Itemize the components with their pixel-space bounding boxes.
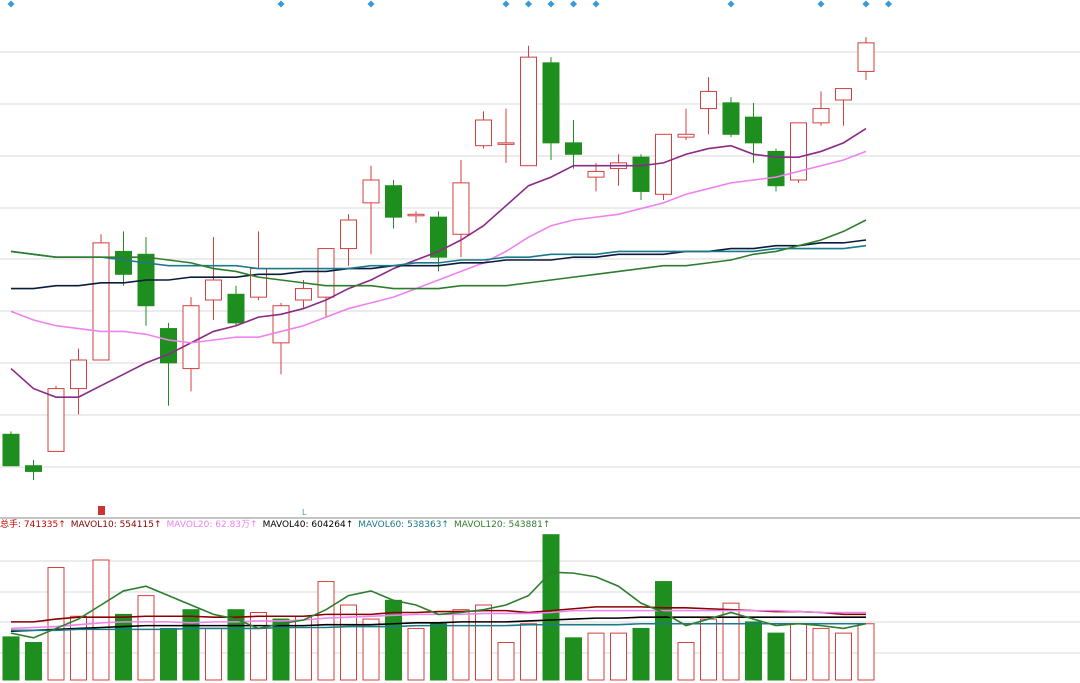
candle-body — [542, 62, 560, 144]
candle-body — [182, 305, 200, 370]
candle-body — [475, 119, 492, 147]
event-flag-icon — [98, 506, 105, 515]
signal-marker — [7, 0, 15, 8]
candle-body — [835, 88, 852, 101]
volume-bar — [677, 642, 695, 681]
volume-bar — [430, 623, 447, 681]
volume-legend-item: 总手: 741335↑ — [0, 518, 66, 530]
signal-marker — [547, 0, 555, 8]
candle-body — [587, 170, 605, 178]
candle-body — [317, 248, 335, 298]
candle-body — [700, 90, 717, 110]
volume-bar — [25, 642, 42, 681]
candle-body — [497, 142, 515, 145]
volume-bar — [767, 632, 785, 681]
volume-bar — [407, 627, 425, 681]
volume-bar — [857, 623, 875, 681]
candle-body — [70, 359, 87, 390]
volume-bar — [160, 627, 177, 681]
candle-body — [250, 268, 267, 298]
candle-body — [205, 279, 222, 301]
signal-marker — [592, 0, 600, 8]
signal-marker — [817, 0, 825, 8]
candle-body — [272, 305, 290, 344]
volume-bar — [587, 632, 605, 681]
volume-bar — [182, 609, 200, 681]
candle-body — [565, 142, 582, 155]
candle-body — [115, 250, 132, 275]
volume-bar — [47, 567, 65, 681]
volume-bar — [565, 637, 582, 681]
candle-body — [385, 185, 402, 218]
volume-legend-item: MAVOL60: 538363↑ — [358, 520, 449, 530]
candle-body — [857, 42, 875, 72]
candle-body — [340, 219, 357, 250]
signal-marker — [502, 0, 510, 8]
volume-bar — [610, 632, 627, 681]
volume-bar — [227, 609, 245, 681]
candle-body — [362, 179, 380, 204]
volume-bar — [92, 559, 110, 681]
candle-body — [295, 288, 312, 301]
signal-marker — [727, 0, 735, 8]
volume-legend-item: MAVOL120: 543881↑ — [454, 520, 550, 530]
candle-body — [632, 156, 650, 192]
candle-body — [520, 56, 537, 167]
candle-body — [47, 388, 65, 452]
volume-legend: 总手: 741335↑ MAVOL10: 554115↑ MAVOL20: 62.8… — [0, 518, 550, 530]
signal-marker — [524, 0, 533, 8]
volume-bar — [812, 627, 830, 681]
volume-bar — [115, 613, 132, 681]
signal-marker — [862, 0, 870, 8]
candle-body — [745, 116, 762, 144]
candle-body — [722, 102, 740, 135]
signal-markers — [7, 0, 893, 8]
candle-body — [452, 182, 470, 235]
signal-marker — [569, 0, 578, 8]
candle-body — [25, 465, 42, 472]
signal-marker — [277, 0, 285, 8]
candle-body — [677, 133, 695, 138]
volume-bar — [542, 534, 560, 681]
volume-bar — [137, 595, 155, 681]
candle-body — [812, 108, 830, 124]
volume-bar — [632, 627, 650, 681]
signal-marker — [884, 0, 893, 8]
stock-chart: 总手: 741335↑ MAVOL10: 554115↑ MAVOL20: 62.8… — [0, 0, 1080, 681]
candle-body — [2, 433, 20, 467]
volume-legend-item: MAVOL10: 554115↑ — [71, 520, 162, 530]
volume-bar — [835, 632, 852, 681]
volume-bars — [2, 534, 875, 681]
volume-bar — [790, 623, 807, 681]
volume-bar — [452, 609, 470, 681]
volume-bar — [745, 621, 762, 681]
candle-body — [407, 213, 425, 217]
signal-marker — [367, 0, 375, 8]
volume-bar — [475, 604, 492, 681]
volume-bar — [520, 623, 537, 681]
volume-bar — [2, 636, 20, 681]
small-label: L — [302, 508, 307, 517]
volume-bar — [700, 618, 717, 681]
volume-bar — [655, 581, 672, 681]
volume-legend-item: MAVOL20: 62.83万↑ — [166, 520, 257, 530]
small-labels: L — [302, 508, 307, 517]
candle-body — [160, 328, 177, 364]
volume-bar — [317, 581, 335, 681]
candle-body — [92, 242, 110, 361]
candle-body — [227, 293, 245, 324]
volume-bar — [205, 627, 222, 681]
volume-bar — [250, 612, 267, 681]
volume-legend-item: MAVOL40: 604264↑ — [263, 520, 354, 530]
volume-bar — [362, 618, 380, 681]
volume-bar — [497, 642, 515, 681]
